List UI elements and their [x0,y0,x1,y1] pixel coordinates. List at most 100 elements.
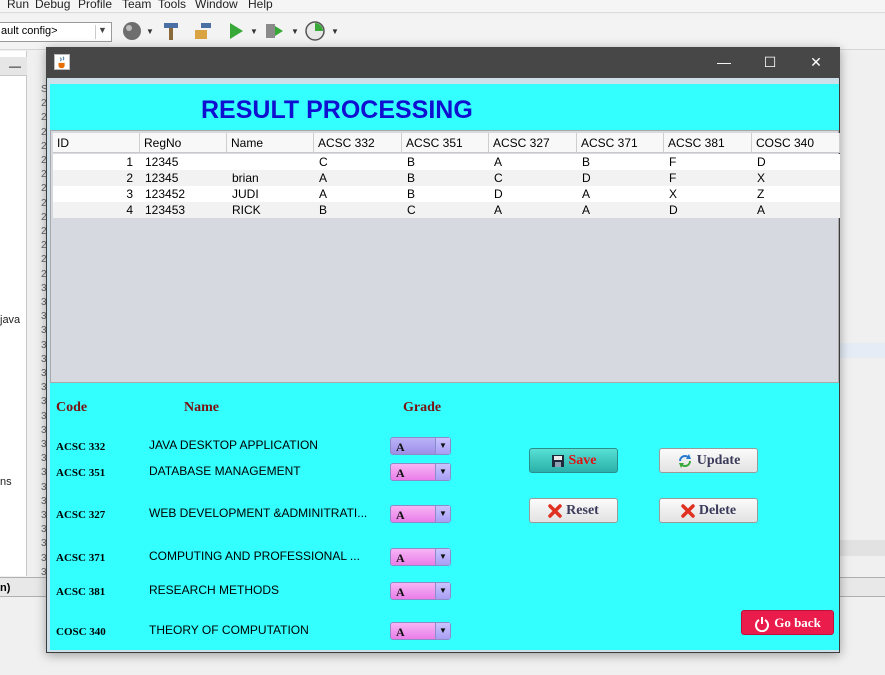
chevron-down-icon[interactable]: ▼ [435,623,450,639]
name-header: Name [184,400,219,415]
course-code: ACSC 371 [56,552,106,564]
course-code: ACSC 332 [56,441,106,453]
chevron-down-icon[interactable]: ▼ [435,438,450,454]
chevron-down-icon[interactable]: ▼ [435,506,450,522]
chevron-down-icon[interactable]: ▼ [435,464,450,480]
dropdown-arrow-icon[interactable]: ▼ [331,27,339,36]
grade-select[interactable]: A ▼ [390,582,451,600]
column-header[interactable]: ACSC 381 [664,133,752,153]
run-icon[interactable] [225,20,247,42]
table-cell: A [319,171,328,185]
go-back-button[interactable]: Go back [741,610,834,635]
menu-debug[interactable]: Debug [35,0,70,11]
update-label: Update [696,453,741,468]
table-header: ID RegNo Name ACSC 332 ACSC 351 ACSC 327 ACSC … [53,133,840,153]
result-processing-window: — ☐ ✕ RESULT PROCESSING ID RegNo Name ACSC … [46,47,840,653]
save-label: Save [568,453,597,468]
update-button[interactable]: Update [659,448,758,473]
grade-value: A [396,440,405,454]
table-cell: A [582,187,591,201]
save-button[interactable]: Save [529,448,618,473]
table-row[interactable]: 4 123453 RICK B C A A D A [53,202,840,218]
delete-button[interactable]: Delete [659,498,758,523]
globe-icon[interactable] [121,20,143,42]
menu-run[interactable]: Run [7,0,29,11]
reset-label: Reset [566,503,599,518]
table-cell: 3 [126,187,133,201]
config-select[interactable]: ault config> ▼ [0,22,112,42]
course-name: WEB DEVELOPMENT &ADMINITRATI... [149,506,368,520]
dropdown-arrow-icon[interactable]: ▼ [146,27,154,36]
table-cell: B [582,155,591,169]
column-header[interactable]: ACSC 371 [577,133,664,153]
table-cell: D [582,171,591,185]
chevron-down-icon[interactable]: ▼ [435,549,450,565]
grade-header: Grade [403,400,442,415]
menu-tools[interactable]: Tools [158,0,186,11]
menu-help[interactable]: Help [248,0,273,11]
minimize-icon[interactable]: — [9,59,21,73]
table-cell: A [494,203,503,217]
menu-profile[interactable]: Profile [78,0,112,11]
table-cell: C [407,203,416,217]
column-header[interactable]: ACSC 351 [402,133,489,153]
window-content: RESULT PROCESSING ID RegNo Name ACSC 332 ACS… [47,78,840,652]
grade-select[interactable]: A ▼ [390,622,451,640]
table-cell: D [757,155,766,169]
go-back-label: Go back [774,615,821,630]
menu-window[interactable]: Window [195,0,238,11]
course-name: DATABASE MANAGEMENT [149,464,301,478]
column-header[interactable]: ACSC 327 [489,133,577,153]
code-header: Code [56,400,88,415]
clean-build-icon[interactable] [192,20,214,42]
profile-icon[interactable] [304,20,326,42]
column-header[interactable]: COSC 340 [752,133,840,153]
grade-select[interactable]: A ▼ [390,548,451,566]
minimize-button[interactable]: — [701,47,747,78]
grade-value: A [396,585,405,599]
ide-menubar: Run Debug Profile Team Tools Window Help [0,0,885,13]
grade-value: A [396,466,405,480]
results-table[interactable]: ID RegNo Name ACSC 332 ACSC 351 ACSC 327 ACSC … [50,130,840,383]
grade-select[interactable]: A ▼ [390,437,451,455]
page-title: RESULT PROCESSING [201,96,473,124]
grade-value: A [396,508,405,522]
chevron-down-icon: ▼ [95,25,109,39]
table-cell: 12345 [145,155,179,169]
table-cell: RICK [232,203,261,217]
red-x-icon [548,504,562,518]
table-cell: A [757,203,766,217]
table-row[interactable]: 2 12345 brian A B C D F X [53,170,840,186]
table-row[interactable]: 1 12345 C B A B F D [53,154,840,170]
menu-team[interactable]: Team [122,0,151,11]
reset-button[interactable]: Reset [529,498,618,523]
table-cell: D [669,203,678,217]
hammer-icon[interactable] [160,20,182,42]
dropdown-arrow-icon[interactable]: ▼ [291,27,299,36]
column-header[interactable]: RegNo [140,133,227,153]
table-cell: 123452 [145,187,186,201]
chevron-down-icon[interactable]: ▼ [435,583,450,599]
window-titlebar[interactable]: — ☐ ✕ [46,47,840,78]
table-cell: B [407,155,416,169]
column-header[interactable]: ACSC 332 [314,133,402,153]
dropdown-arrow-icon[interactable]: ▼ [250,27,258,36]
grade-select[interactable]: A ▼ [390,505,451,523]
table-cell: A [494,155,503,169]
course-name: COMPUTING AND PROFESSIONAL ... [149,549,360,563]
grade-value: A [396,551,405,565]
course-name: THEORY OF COMPUTATION [149,623,309,637]
table-cell: C [494,171,503,185]
maximize-button[interactable]: ☐ [747,47,793,78]
table-cell: 1 [126,155,133,169]
main-panel: RESULT PROCESSING ID RegNo Name ACSC 332 ACS… [50,84,840,650]
grade-select[interactable]: A ▼ [390,463,451,481]
table-row[interactable]: 3 123452 JUDI A B D A X Z [53,186,840,202]
debug-icon[interactable] [263,20,285,42]
column-header[interactable]: ID [53,133,140,153]
close-button[interactable]: ✕ [793,47,839,78]
table-cell: 2 [126,171,133,185]
column-header[interactable]: Name [227,133,314,153]
ide-panel-header: — [0,57,27,76]
table-cell: F [669,155,677,169]
